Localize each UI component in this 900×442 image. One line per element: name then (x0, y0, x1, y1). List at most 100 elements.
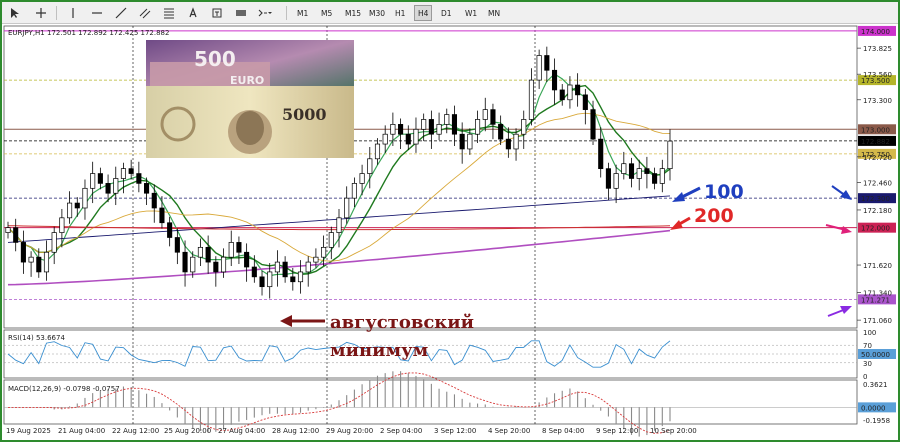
candle-body (521, 119, 527, 135)
time-axis-label: 8 Sep 04:00 (542, 427, 584, 435)
candle-body (528, 79, 534, 120)
candle-body (105, 183, 111, 194)
price-axis-label: 172.180 (863, 207, 892, 215)
price-tag-label: 172.300 (861, 195, 890, 203)
rsi-label: RSI(14) 53.6674 (8, 334, 65, 342)
banknote-euro-text: EURO (230, 74, 264, 87)
candle-body (5, 227, 11, 233)
candle-body (13, 227, 19, 243)
price-axis-label: 173.560 (863, 71, 892, 79)
candle-body (413, 128, 419, 145)
time-axis-label: 27 Aug 04:00 (218, 427, 265, 435)
candle-body (43, 251, 50, 273)
candle-body (428, 119, 434, 135)
candle-body (374, 143, 381, 160)
price-axis-label: 173.825 (863, 45, 892, 53)
candle-body (498, 124, 504, 140)
candle-body (336, 217, 342, 233)
candle-body (267, 271, 273, 288)
candle-body (197, 246, 203, 258)
candle-body (351, 183, 357, 199)
august-low-arrow (280, 315, 325, 327)
time-axis-label: 28 Aug 12:00 (272, 427, 319, 435)
candle-body (82, 187, 88, 209)
candle-body (398, 124, 404, 135)
candle-body (621, 163, 627, 174)
price-tag-label: 172.000 (861, 225, 890, 233)
price-axis-label: 171.340 (863, 290, 892, 298)
candle-body (636, 168, 642, 179)
candle-body (120, 168, 127, 179)
candle-body (151, 192, 157, 209)
candle-body (174, 237, 180, 253)
candle-body (236, 242, 242, 253)
candle-body (159, 207, 165, 224)
candle-body (451, 114, 458, 135)
price-tag-label: 173.000 (861, 126, 890, 134)
candle-body (367, 158, 373, 174)
candle-body (20, 242, 26, 263)
macd-panel-border (3, 379, 858, 425)
candle-body (667, 140, 673, 169)
candle-body (559, 89, 565, 101)
candle-body (67, 202, 73, 219)
candle-body (36, 256, 42, 273)
candle-body (305, 261, 311, 273)
time-axis-label: 2 Sep 04:00 (380, 427, 422, 435)
candle-body (274, 261, 280, 273)
level-172000-arrow (825, 224, 852, 234)
time-axis-label: 25 Aug 20:00 (164, 427, 211, 435)
candle-body (598, 138, 604, 169)
ma200-annotation: 200 (694, 205, 734, 227)
candle-body (251, 266, 257, 278)
candle-body (259, 276, 265, 288)
candle-body (59, 217, 65, 233)
candle-body (590, 109, 596, 140)
time-axis-label: 22 Aug 12:00 (112, 427, 159, 435)
candle-body (575, 84, 581, 96)
candle-body (459, 133, 465, 150)
ma100-arrow (672, 186, 701, 202)
candle-body (582, 94, 588, 110)
banknote-5000-text: 5000 (282, 105, 327, 124)
candle-body (167, 222, 173, 238)
time-axis-label: 10 Sep 20:00 (650, 427, 697, 435)
rsi-axis-label: 0 (863, 373, 867, 381)
main-panel-border (3, 25, 858, 329)
candle-body (90, 173, 96, 189)
august-low-annotation-line1: августовский (330, 312, 474, 333)
candle-body (628, 163, 635, 179)
candle-body (51, 232, 57, 253)
candle-body (467, 133, 473, 150)
candle-body (128, 168, 134, 174)
candle-body (652, 173, 658, 184)
chart-area[interactable]: 174.000173.500173.000172.882172.750172.3… (0, 0, 900, 442)
chart-header: EURJPY,H1 172.501 172.892 172.425 172.88… (8, 29, 169, 37)
price-tag-label: 172.882 (861, 138, 890, 146)
time-axis-label: 19 Aug 2025 (6, 427, 51, 435)
candle-body (536, 55, 542, 81)
candle-body (321, 246, 327, 258)
candle-body (659, 168, 665, 184)
price-axis-label: 171.620 (863, 262, 892, 270)
candle-body (551, 69, 558, 91)
macd-axis-label: -0.1958 (863, 417, 890, 425)
candle-body (182, 251, 188, 273)
candle-body (220, 256, 227, 273)
price-axis-label: 172.720 (863, 154, 892, 162)
candle-body (213, 261, 219, 273)
candle-body (544, 55, 550, 71)
time-axis-label: 29 Aug 20:00 (326, 427, 373, 435)
level-171271-arrow (827, 306, 852, 317)
candle-body (297, 271, 304, 283)
time-axis-label: 9 Sep 12:00 (596, 427, 638, 435)
candle-body (136, 173, 142, 184)
candle-body (421, 119, 427, 130)
ma200-arrow (670, 216, 691, 230)
candle-body (228, 242, 234, 258)
candle-body (475, 119, 481, 135)
time-axis-label: 21 Aug 04:00 (58, 427, 105, 435)
rsi-axis-label: 100 (863, 329, 876, 337)
macd-axis-label: 0.0000 (861, 404, 886, 412)
candle-body (482, 109, 488, 120)
